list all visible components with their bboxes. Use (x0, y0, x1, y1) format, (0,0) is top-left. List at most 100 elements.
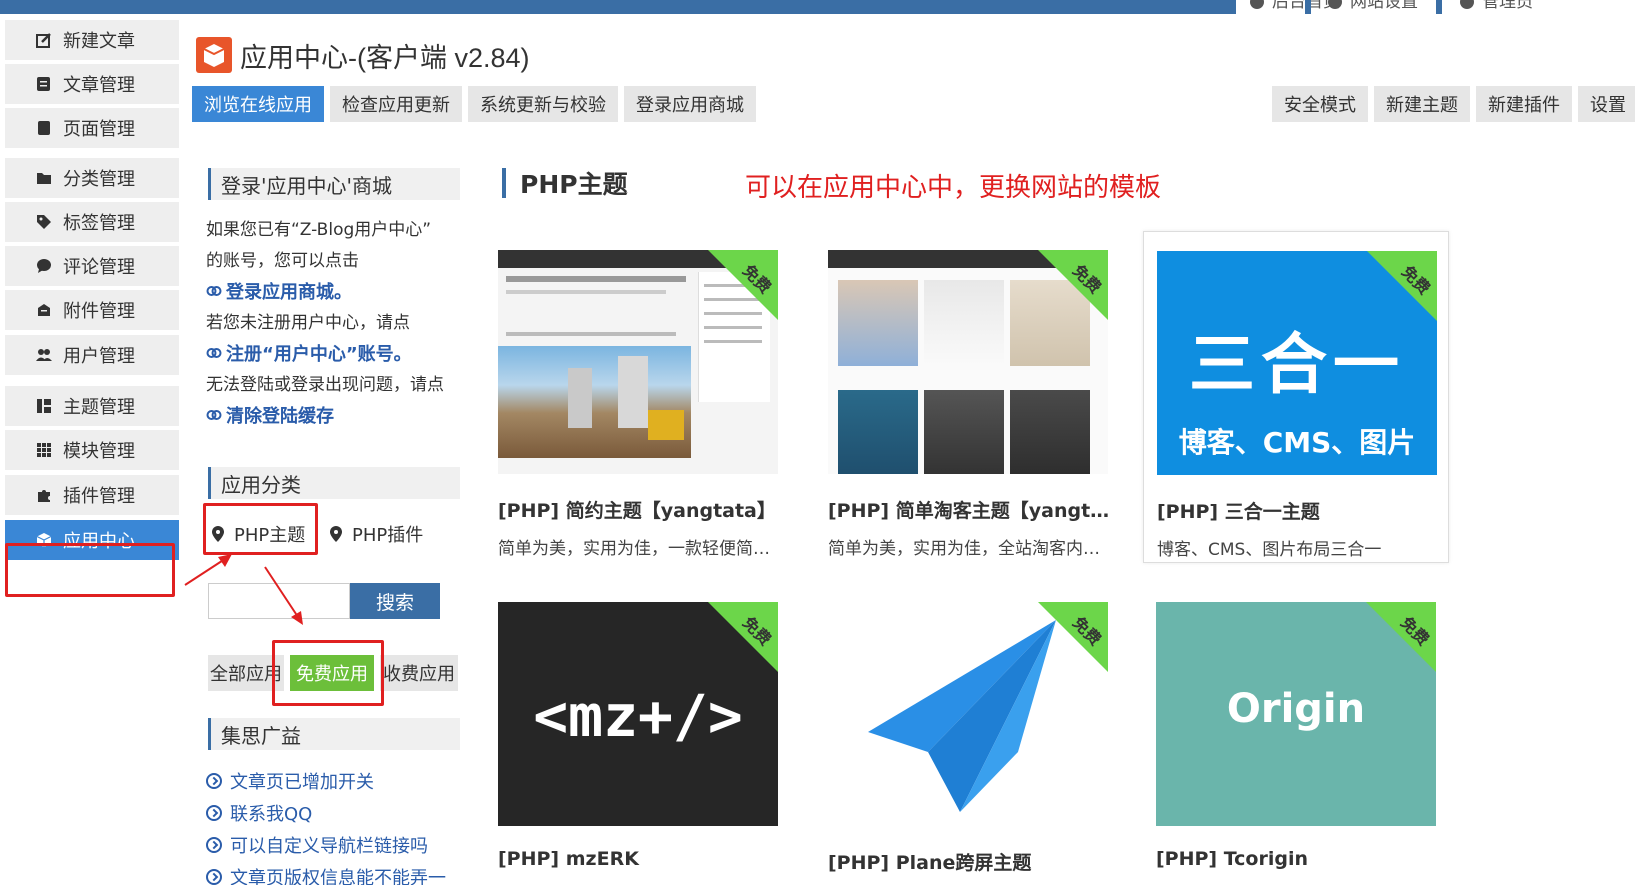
free-ribbon: 免费 (708, 250, 778, 320)
card-desc: 简单为美，实用为佳，一款轻便简约的主题 (498, 539, 786, 559)
app-card[interactable]: 免费 [PHP] 简单淘客主题【yangtata】 简单为美，实用为佳，全站淘客… (820, 240, 1126, 572)
sidebar-item-label: 标签管理 (63, 213, 135, 234)
tag-icon (35, 213, 53, 231)
app-card[interactable]: 三合一 博客、CMS、图片 免费 [PHP] 三合一主题 博客、CMS、图片布局… (1143, 231, 1449, 563)
ribbon-label: 免费 (1397, 262, 1434, 299)
ribbon-label: 免费 (1396, 613, 1433, 650)
login-text-2: 的账号，您可以点击 (206, 251, 359, 271)
top-links: 后台首页 网站设置 管理员 (1230, 0, 1635, 14)
link-icon (206, 410, 222, 420)
login-panel-heading: 登录'应用中心'商城 (208, 168, 460, 200)
login-text-4: 无法登陆或登录出现问题，请点 (206, 375, 444, 395)
card-thumbnail: 三合一 博客、CMS、图片 免费 (1157, 251, 1437, 475)
tab-browse-online[interactable]: 浏览在线应用 (192, 86, 324, 122)
app-card[interactable]: <mz+/> 免费 [PHP] mzERK (490, 592, 796, 885)
link-icon (206, 348, 222, 358)
folder-icon (35, 169, 53, 187)
sidebar-item-attachments[interactable]: 附件管理 (5, 290, 179, 330)
category-php-plugins[interactable]: PHP插件 (330, 521, 423, 547)
news-item[interactable]: 可以自定义导航栏链接吗 (206, 832, 428, 858)
free-ribbon: 免费 (1367, 251, 1437, 321)
comment-icon (35, 257, 53, 275)
login-store-link-label: 登录应用商城。 (226, 282, 352, 303)
news-item-label: 文章页已增加开关 (230, 772, 374, 793)
tabs-left: 浏览在线应用 检查应用更新 系统更新与校验 登录应用商城 (192, 86, 756, 122)
news-item[interactable]: 联系我QQ (206, 800, 312, 826)
tab-check-updates[interactable]: 检查应用更新 (330, 86, 462, 122)
sidebar-item-users[interactable]: 用户管理 (5, 335, 179, 375)
card-thumbnail: <mz+/> 免费 (498, 602, 778, 826)
tab-safe-mode[interactable]: 安全模式 (1272, 86, 1368, 122)
sidebar-item-comments[interactable]: 评论管理 (5, 246, 179, 286)
card-title: [PHP] 简单淘客主题【yangtata】 (828, 500, 1116, 522)
chevron-circle-icon (206, 805, 222, 821)
sidebar-item-new-article[interactable]: 新建文章 (5, 20, 179, 60)
register-link-label: 注册“用户中心”账号。 (226, 344, 412, 365)
highlight-app-center (5, 543, 175, 597)
news-item[interactable]: 文章页已增加开关 (206, 768, 374, 794)
sidebar-item-label: 插件管理 (63, 486, 135, 507)
clear-cache-link-label: 清除登陆缓存 (226, 406, 334, 427)
tab-new-plugin[interactable]: 新建插件 (1476, 86, 1572, 122)
ads-panel-heading: 集思广益 (208, 718, 460, 750)
section-title: PHP主题 (502, 168, 628, 199)
app-card[interactable]: 免费 [PHP] Plane跨屏主题 (820, 592, 1126, 885)
news-item[interactable]: 文章页版权信息能不能弄一 (206, 864, 446, 885)
sidebar-item-pages[interactable]: 页面管理 (5, 108, 179, 148)
sidebar-item-label: 新建文章 (63, 31, 135, 52)
card-thumbnail: Origin 免费 (1156, 602, 1436, 826)
theme-icon (35, 397, 53, 415)
sidebar-item-label: 文章管理 (63, 75, 135, 96)
filter-paid-apps[interactable]: 收费应用 (380, 655, 458, 691)
sidebar-item-modules[interactable]: 模块管理 (5, 430, 179, 470)
card-title: [PHP] 简约主题【yangtata】 (498, 500, 776, 522)
search-button[interactable]: 搜索 (350, 583, 440, 619)
category-label: PHP插件 (352, 525, 424, 546)
clear-cache-link[interactable]: 清除登陆缓存 (206, 402, 334, 428)
annotation-arrow-icon (184, 554, 303, 625)
top-link-label: 网站设置 (1350, 0, 1418, 12)
sidebar-item-plugins[interactable]: 插件管理 (5, 475, 179, 515)
news-item-label: 可以自定义导航栏链接吗 (230, 836, 428, 857)
card-desc: 简单为美，实用为佳，全站淘客内容展示 (828, 539, 1116, 559)
top-link-home[interactable]: 后台首页 (1250, 0, 1340, 12)
chevron-circle-icon (206, 869, 222, 885)
home-icon (1250, 0, 1264, 9)
top-link-user[interactable]: 管理员 (1460, 0, 1533, 12)
login-store-link[interactable]: 登录应用商城。 (206, 278, 352, 304)
article-icon (35, 75, 53, 93)
card-title: [PHP] Tcorigin (1156, 848, 1309, 870)
sidebar-item-articles[interactable]: 文章管理 (5, 64, 179, 104)
sidebar-item-label: 评论管理 (63, 257, 135, 278)
category-panel-heading: 应用分类 (208, 467, 460, 499)
free-ribbon: 免费 (1366, 602, 1436, 672)
ribbon-label: 免费 (1068, 613, 1105, 650)
thumb-text: Origin (1226, 686, 1366, 732)
news-item-label: 联系我QQ (230, 804, 313, 825)
tab-system-update[interactable]: 系统更新与校验 (468, 86, 618, 122)
free-ribbon: 免费 (1038, 250, 1108, 320)
annotation-note: 可以在应用中心中，更换网站的模板 (745, 173, 1162, 203)
tab-new-theme[interactable]: 新建主题 (1374, 86, 1470, 122)
page-icon (35, 119, 53, 137)
tab-login-store[interactable]: 登录应用商城 (624, 86, 756, 122)
card-thumbnail: 免费 (498, 250, 778, 474)
sidebar-item-tags[interactable]: 标签管理 (5, 202, 179, 242)
chevron-circle-icon (206, 773, 222, 789)
sidebar-item-categories[interactable]: 分类管理 (5, 158, 179, 198)
news-item-label: 文章页版权信息能不能弄一 (230, 868, 446, 885)
free-ribbon: 免费 (1038, 602, 1108, 672)
tab-settings[interactable]: 设置 (1578, 86, 1635, 122)
register-link[interactable]: 注册“用户中心”账号。 (206, 340, 412, 366)
thumb-text: <mz+/> (533, 682, 743, 750)
link-icon (206, 286, 222, 296)
login-text-3: 若您未注册用户中心，请点 (206, 313, 410, 333)
app-card[interactable]: Origin 免费 [PHP] Tcorigin (1143, 592, 1449, 885)
user-icon (1460, 0, 1474, 9)
top-separator (1230, 0, 1236, 14)
top-link-settings[interactable]: 网站设置 (1328, 0, 1418, 12)
thumb-small-text: 博客、CMS、图片 (1178, 426, 1416, 459)
app-card[interactable]: 免费 [PHP] 简约主题【yangtata】 简单为美，实用为佳，一款轻便简约… (490, 240, 796, 572)
card-thumbnail: 免费 (828, 602, 1108, 826)
sidebar-item-themes[interactable]: 主题管理 (5, 386, 179, 426)
